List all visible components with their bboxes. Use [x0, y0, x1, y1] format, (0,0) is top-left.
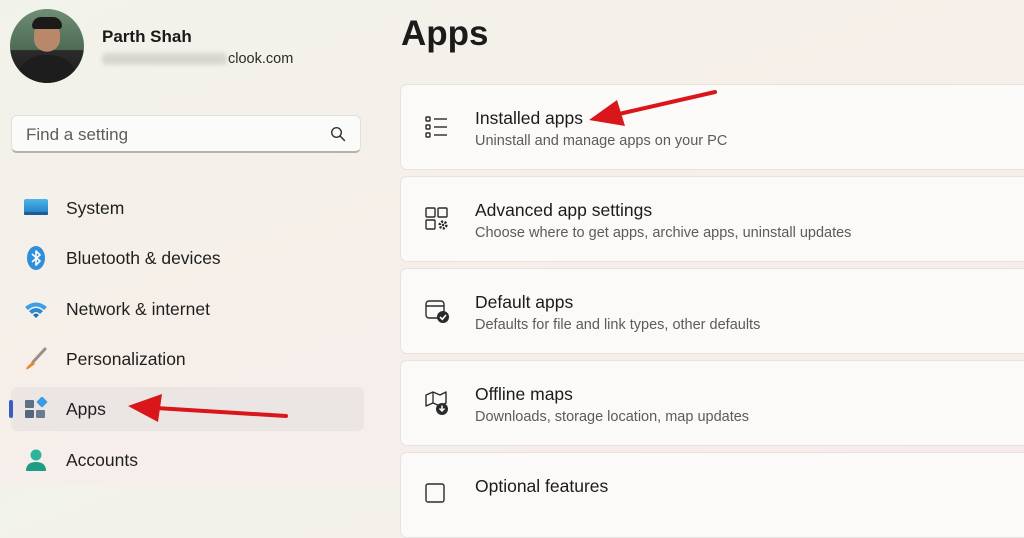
card-subtitle: Downloads, storage location, map updates [475, 409, 750, 425]
sidebar-item-label: Bluetooth & devices [66, 248, 221, 268]
card-title: Advanced app settings [475, 200, 653, 220]
sidebar-item-network[interactable]: Network & internet [11, 287, 364, 331]
card-title: Optional features [475, 476, 609, 496]
selection-indicator [9, 400, 13, 418]
window-check-icon [425, 300, 449, 323]
sidebar-item-label: Personalization [66, 349, 186, 369]
card-title: Default apps [475, 292, 574, 312]
map-download-icon [425, 391, 448, 415]
list-icon [425, 116, 447, 138]
apps-icon [25, 397, 48, 418]
sidebar-item-personalization[interactable]: Personalization [11, 337, 364, 381]
sidebar-item-label: Network & internet [66, 299, 210, 319]
card-subtitle: Uninstall and manage apps on your PC [475, 133, 728, 149]
apps-gear-icon [425, 207, 448, 230]
sidebar-item-bluetooth[interactable]: Bluetooth & devices [11, 236, 364, 280]
user-avatar[interactable] [10, 9, 84, 83]
sidebar-item-accounts[interactable]: Accounts [11, 438, 364, 482]
sidebar: Parth Shah clook.com System Bluetooth & … [0, 0, 385, 486]
person-icon [26, 449, 46, 471]
search-input[interactable] [24, 124, 328, 146]
card-advanced-app-settings[interactable]: Advanced app settings Choose where to ge… [400, 176, 1024, 262]
user-email: clook.com [102, 51, 293, 67]
card-subtitle: Defaults for file and link types, other … [475, 317, 761, 333]
bluetooth-icon [27, 246, 45, 270]
card-installed-apps[interactable]: Installed apps Uninstall and manage apps… [400, 84, 1024, 170]
user-email-visible: clook.com [228, 51, 294, 67]
sidebar-item-label: System [66, 198, 125, 218]
monitor-icon [24, 199, 48, 215]
user-name: Parth Shah [102, 27, 192, 46]
card-subtitle: Choose where to get apps, archive apps, … [475, 225, 852, 241]
page-title: Apps [401, 14, 489, 53]
search-icon[interactable] [330, 126, 346, 142]
card-default-apps[interactable]: Default apps Defaults for file and link … [400, 268, 1024, 354]
search-box[interactable] [11, 115, 361, 153]
sidebar-item-system[interactable]: System [11, 186, 364, 230]
sidebar-item-label: Accounts [66, 450, 138, 470]
card-title: Offline maps [475, 384, 573, 404]
sidebar-item-label: Apps [66, 399, 106, 419]
wifi-icon [25, 302, 47, 318]
brush-icon [26, 347, 47, 370]
email-redaction [102, 53, 227, 66]
card-optional-features[interactable]: Optional features [400, 452, 1024, 538]
card-offline-maps[interactable]: Offline maps Downloads, storage location… [400, 360, 1024, 446]
card-title: Installed apps [475, 108, 583, 128]
sidebar-item-apps[interactable]: Apps [9, 387, 364, 431]
